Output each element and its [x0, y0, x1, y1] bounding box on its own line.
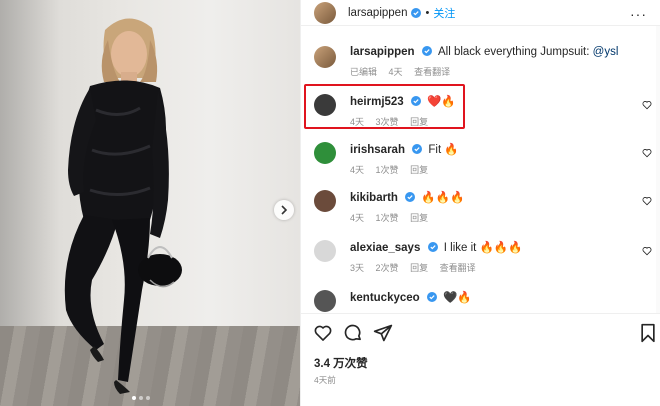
comments-scrollbar[interactable]	[656, 26, 660, 313]
carousel-dot-active	[132, 396, 136, 400]
post-header: larsapippen • 关注 ···	[301, 0, 660, 26]
author-username[interactable]: larsapippen	[348, 7, 407, 19]
woman-in-black-jumpsuit-figure	[64, 18, 182, 394]
comment-avatar[interactable]	[314, 290, 336, 312]
post-action-bar: 3.4 万次赞 4天前	[301, 313, 660, 406]
heart-icon[interactable]	[313, 323, 333, 343]
verified-badge-icon	[427, 242, 438, 252]
verified-badge-icon	[405, 192, 416, 202]
verified-badge-icon	[426, 292, 437, 302]
comment-text: 🖤🔥	[443, 292, 472, 304]
carousel-indicator	[132, 396, 150, 400]
verified-badge-icon	[412, 144, 423, 154]
post-photo[interactable]	[0, 0, 300, 406]
comment-avatar[interactable]	[314, 190, 336, 212]
comment-time[interactable]: 4天	[350, 213, 364, 223]
comment-like-heart-icon[interactable]	[642, 196, 652, 206]
author-avatar[interactable]	[314, 1, 336, 24]
comment-username[interactable]: irishsarah	[350, 144, 405, 156]
comment-time[interactable]: 3天	[350, 263, 364, 273]
comment-like-heart-icon[interactable]	[642, 148, 652, 158]
comment-reply-button[interactable]: 回复	[410, 263, 428, 273]
comment-text: Fit 🔥	[428, 144, 459, 156]
comment-reply-button[interactable]: 回复	[410, 213, 428, 223]
comments-list[interactable]: larsapippen All black everything Jumpsui…	[301, 26, 660, 313]
comment-like-heart-icon[interactable]	[642, 100, 652, 110]
more-options-icon[interactable]: ···	[630, 6, 647, 22]
post-like-count[interactable]: 3.4 万次赞	[314, 355, 368, 371]
comment-text: I like it 🔥🔥🔥	[443, 242, 523, 254]
edited-label: 已编辑	[350, 67, 378, 77]
comment-time[interactable]: 4天	[350, 165, 364, 175]
comment-like-count[interactable]: 2次赞	[376, 263, 399, 273]
comment-text: 🔥🔥🔥	[421, 192, 465, 204]
bookmark-icon[interactable]	[639, 323, 657, 343]
comment-like-heart-icon[interactable]	[642, 246, 652, 256]
comment-like-count[interactable]: 1次赞	[376, 213, 399, 223]
carousel-dot	[139, 396, 143, 400]
header-separator: •	[425, 6, 430, 19]
carousel-dot	[146, 396, 150, 400]
follow-button[interactable]: 关注	[433, 5, 455, 21]
comment-username[interactable]: alexiae_says	[350, 242, 420, 254]
post-date: 4天前	[314, 375, 336, 385]
comment-username[interactable]: kentuckyceo	[350, 292, 420, 304]
comment-translate-link[interactable]: 查看翻译	[440, 263, 476, 273]
caption-avatar[interactable]	[314, 46, 336, 68]
comment-bubble-icon[interactable]	[343, 323, 363, 343]
chevron-right-icon	[281, 205, 288, 215]
comment-username[interactable]: kikibarth	[350, 192, 398, 204]
caption-time[interactable]: 4天	[389, 67, 403, 77]
caption-username[interactable]: larsapippen	[350, 46, 415, 58]
verified-badge-icon	[411, 7, 422, 18]
caption-translate-link[interactable]: 查看翻译	[414, 67, 450, 77]
highlight-box	[304, 84, 465, 129]
comment-reply-button[interactable]: 回复	[410, 165, 428, 175]
comment-avatar[interactable]	[314, 240, 336, 262]
comment-avatar[interactable]	[314, 142, 336, 164]
paper-plane-icon[interactable]	[373, 323, 393, 343]
caption-text: All black everything Jumpsuit:	[437, 46, 593, 58]
comment-like-count[interactable]: 1次赞	[376, 165, 399, 175]
verified-badge-icon	[421, 46, 432, 56]
caption-mention-link[interactable]: @ysl	[593, 46, 619, 58]
post-side-panel: larsapippen • 关注 ··· larsapippen All bla…	[300, 0, 660, 406]
next-photo-button[interactable]	[274, 200, 294, 220]
